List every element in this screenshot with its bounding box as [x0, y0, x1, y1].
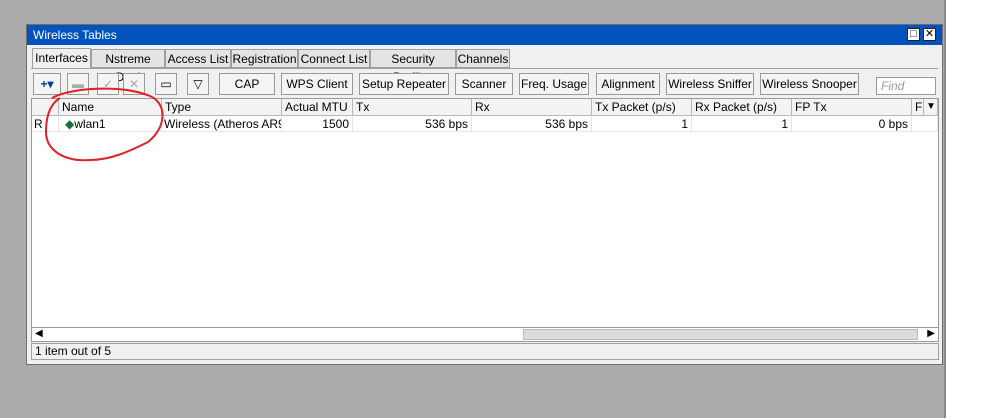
tab-nstreme-dual[interactable]: Nstreme Dual	[91, 49, 165, 84]
column-header-rx[interactable]: Rx	[472, 99, 592, 116]
table-row-mtu: 1500	[282, 117, 353, 132]
enable-icon[interactable]: ✓	[97, 73, 119, 95]
table-row-type: Wireless (Atheros AR9...	[162, 117, 282, 132]
disable-icon[interactable]: ✕	[123, 73, 145, 95]
column-header-name[interactable]: Name	[59, 99, 162, 116]
wireless-sniffer-button[interactable]: Wireless Sniffer	[666, 73, 754, 95]
interfaces-table: Name Type Actual MTU Tx Rx Tx Packet (p/…	[31, 98, 939, 328]
add-button[interactable]: +▾	[33, 73, 61, 95]
column-header-tx[interactable]: Tx	[353, 99, 472, 116]
table-row-rx: 536 bps	[472, 117, 592, 132]
row-flag: R	[32, 117, 59, 132]
window-title: Wireless Tables	[33, 28, 117, 42]
filter-icon[interactable]: ▽	[187, 73, 209, 95]
column-header-type[interactable]: Type	[162, 99, 282, 116]
tab-channels[interactable]: Channels	[456, 49, 510, 68]
column-header-rx-packet[interactable]: Rx Packet (p/s)	[692, 99, 792, 116]
wireless-interface-icon: ◆	[65, 117, 75, 131]
comment-icon[interactable]: ▭	[155, 73, 177, 95]
horizontal-scrollbar[interactable]: ◀ ▶	[31, 327, 939, 342]
column-header-actual-mtu[interactable]: Actual MTU	[282, 99, 353, 116]
column-header-flags[interactable]	[32, 99, 59, 116]
tab-connect-list[interactable]: Connect List	[298, 49, 370, 68]
column-header-tx-packet[interactable]: Tx Packet (p/s)	[592, 99, 692, 116]
column-chooser-icon[interactable]: ▼	[924, 99, 938, 116]
title-bar: Wireless Tables □ ✕	[27, 25, 942, 45]
cap-button[interactable]: CAP	[219, 73, 275, 95]
background-panel	[944, 0, 1003, 418]
tab-divider	[31, 68, 938, 69]
remove-icon[interactable]: ▬	[67, 73, 89, 95]
background-divider	[944, 0, 946, 418]
alignment-button[interactable]: Alignment	[596, 73, 660, 95]
freq-usage-button[interactable]: Freq. Usage	[519, 73, 589, 95]
column-header-fp-rx[interactable]: F	[912, 99, 924, 116]
wps-client-button[interactable]: WPS Client	[281, 73, 353, 95]
table-row-fp-tx: 0 bps	[792, 117, 912, 132]
restore-icon[interactable]: □	[907, 28, 920, 41]
scroll-left-icon[interactable]: ◀	[35, 328, 43, 339]
scanner-button[interactable]: Scanner	[455, 73, 513, 95]
tab-registration[interactable]: Registration	[231, 49, 298, 68]
table-row-name[interactable]: ◆wlan1	[59, 117, 162, 132]
setup-repeater-button[interactable]: Setup Repeater	[359, 73, 449, 95]
table-row-tx: 536 bps	[353, 117, 472, 132]
scrollbar-thumb[interactable]	[523, 329, 918, 340]
table-row-rx-packet: 1	[692, 117, 792, 132]
tab-security-profiles[interactable]: Security Profiles	[370, 49, 456, 84]
wireless-snooper-button[interactable]: Wireless Snooper	[760, 73, 859, 95]
table-row-fp-rx	[912, 117, 938, 132]
scroll-right-icon[interactable]: ▶	[927, 328, 935, 339]
column-header-fp-tx[interactable]: FP Tx	[792, 99, 912, 116]
tab-interfaces[interactable]: Interfaces	[32, 48, 91, 69]
close-icon[interactable]: ✕	[923, 28, 936, 41]
table-row-tx-packet: 1	[592, 117, 692, 132]
status-bar: 1 item out of 5	[31, 343, 939, 360]
find-input[interactable]: Find	[876, 77, 936, 95]
tab-access-list[interactable]: Access List	[165, 49, 231, 68]
interface-name: wlan1	[74, 117, 106, 131]
wireless-tables-window: Wireless Tables □ ✕ Interfaces Nstreme D…	[26, 24, 943, 365]
